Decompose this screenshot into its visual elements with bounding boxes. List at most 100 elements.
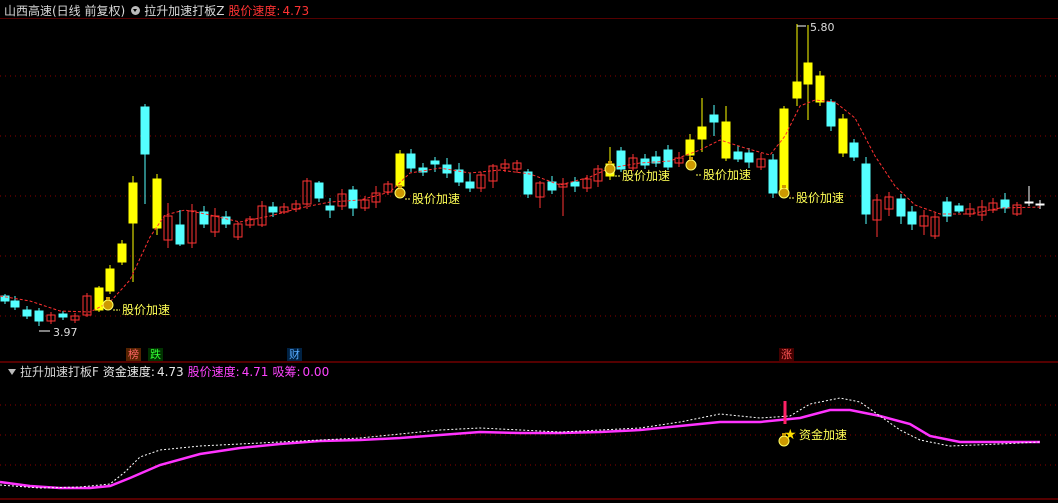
candle-body bbox=[768, 159, 778, 194]
candle-body bbox=[570, 181, 580, 187]
candle bbox=[245, 216, 255, 228]
candle-body bbox=[721, 121, 731, 159]
event-badge[interactable]: 跌 bbox=[148, 348, 163, 361]
indicator-name[interactable]: 拉升加速打板Z bbox=[144, 4, 224, 18]
candle-body bbox=[268, 206, 278, 213]
low-price-marker: 3.97 bbox=[39, 326, 78, 339]
candle-body bbox=[199, 211, 209, 225]
money-bag-body bbox=[604, 163, 616, 175]
candle bbox=[838, 114, 848, 157]
candle bbox=[500, 159, 510, 172]
price-speed-line bbox=[0, 408, 1040, 490]
candle-body bbox=[152, 178, 162, 229]
money-bag-icon bbox=[394, 185, 406, 199]
candle bbox=[163, 203, 173, 248]
candle-body bbox=[907, 211, 917, 225]
signal-label: 股价加速 bbox=[412, 192, 460, 206]
fund-speed-value: 4.73 bbox=[156, 365, 184, 379]
candle bbox=[535, 181, 545, 208]
candle bbox=[210, 208, 220, 237]
candle-body bbox=[140, 106, 150, 155]
candle-body bbox=[430, 160, 440, 165]
candle bbox=[744, 148, 754, 168]
candle-body bbox=[849, 142, 859, 158]
candle bbox=[570, 177, 580, 192]
signal-label: 股价加速 bbox=[703, 168, 751, 182]
candle-body bbox=[1024, 201, 1034, 204]
candle bbox=[199, 206, 209, 228]
candle-body bbox=[314, 182, 324, 199]
candle bbox=[314, 181, 324, 202]
money-bag-body bbox=[394, 187, 406, 199]
candle bbox=[756, 153, 766, 170]
candle bbox=[325, 198, 335, 218]
candle bbox=[884, 192, 894, 216]
candle-body bbox=[838, 118, 848, 154]
fund-accel-signal: ★ 资金加速 bbox=[778, 427, 847, 447]
candle bbox=[919, 210, 929, 235]
candle bbox=[593, 165, 603, 187]
candle bbox=[733, 146, 743, 162]
sub-price-speed-label: 股价速度: bbox=[187, 365, 240, 379]
candle bbox=[1012, 202, 1022, 216]
candle bbox=[872, 194, 882, 237]
money-bag-tie bbox=[608, 161, 612, 164]
candle bbox=[779, 106, 789, 196]
low-price-label: 3.97 bbox=[53, 326, 78, 339]
candle bbox=[94, 286, 104, 312]
price-speed-label: 股价速度: bbox=[228, 4, 281, 18]
candle bbox=[442, 158, 452, 178]
event-badge[interactable]: 涨 bbox=[779, 348, 794, 361]
candle bbox=[371, 186, 381, 208]
fund-speed-label: 资金速度: bbox=[102, 365, 155, 379]
candle bbox=[187, 204, 197, 248]
event-badge[interactable]: 财 bbox=[287, 348, 302, 361]
candle-body bbox=[117, 243, 127, 263]
candle bbox=[476, 172, 486, 192]
candle bbox=[22, 306, 32, 319]
event-badge[interactable]: 榜 bbox=[126, 348, 141, 361]
price-chart[interactable]: 5.803.97股价加速股价加速股价加速 股价加速股价加速 bbox=[0, 18, 1058, 363]
candle bbox=[406, 149, 416, 172]
candle-body bbox=[709, 114, 719, 123]
candle bbox=[954, 203, 964, 213]
candle-body bbox=[128, 182, 138, 224]
candle bbox=[465, 173, 475, 192]
price-accel-signal: 股价加速 bbox=[778, 185, 844, 205]
high-price-label: 5.80 bbox=[810, 21, 835, 34]
candle-body bbox=[58, 313, 68, 318]
signal-label: 股价加速 bbox=[796, 191, 844, 205]
indicator-menu-icon[interactable] bbox=[131, 6, 141, 15]
candle bbox=[0, 294, 10, 304]
price-accel-signal: 股价加速 bbox=[102, 297, 170, 317]
candle-body bbox=[465, 181, 475, 189]
candle bbox=[221, 211, 231, 228]
collapse-indicator-icon[interactable] bbox=[8, 368, 16, 375]
candle bbox=[826, 99, 836, 131]
candle bbox=[128, 176, 138, 282]
signal-label: 股价加速 bbox=[122, 303, 170, 317]
high-price-marker: 5.80 bbox=[797, 21, 835, 34]
candle bbox=[803, 25, 813, 120]
candle bbox=[82, 293, 92, 317]
candle-body bbox=[395, 153, 405, 187]
candle-body bbox=[744, 152, 754, 163]
candle-body bbox=[94, 287, 104, 311]
candle bbox=[849, 139, 859, 161]
candle bbox=[337, 189, 347, 210]
candle bbox=[454, 163, 464, 186]
fund-speed-chart[interactable]: ★ 资金加速 bbox=[0, 380, 1058, 503]
candle bbox=[512, 160, 522, 173]
money-bag-icon bbox=[604, 161, 616, 175]
absorb-label: 吸筹: bbox=[272, 365, 301, 379]
candle-body bbox=[815, 75, 825, 103]
sub-indicator-name[interactable]: 拉升加速打板F bbox=[20, 365, 99, 379]
fund-speed-line bbox=[0, 397, 1041, 489]
candle bbox=[792, 24, 802, 106]
candle-body bbox=[325, 205, 335, 211]
candle bbox=[674, 152, 684, 167]
candle-body bbox=[663, 149, 673, 168]
stock-title: 山西高速(日线 前复权) bbox=[4, 4, 126, 18]
candle bbox=[1000, 193, 1010, 213]
candle bbox=[988, 198, 998, 213]
